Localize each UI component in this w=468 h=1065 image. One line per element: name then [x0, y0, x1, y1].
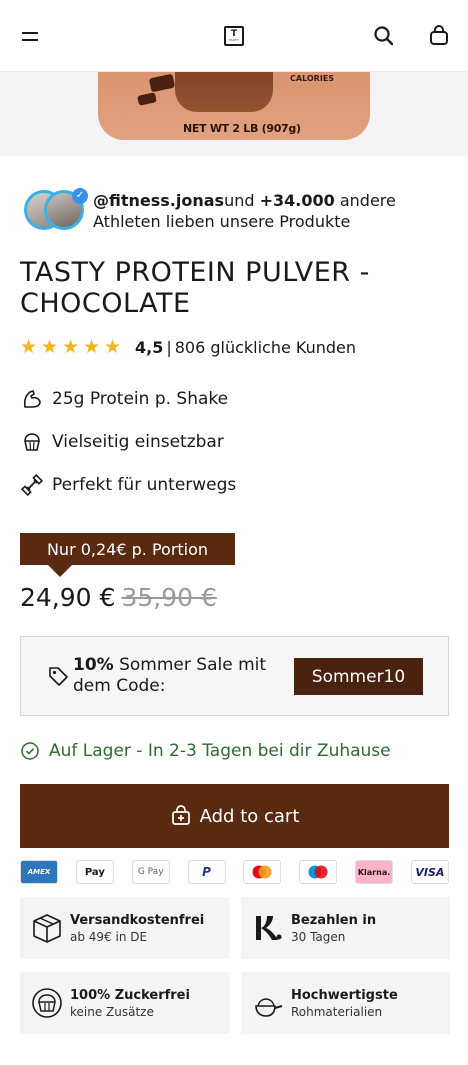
payment-label: VISA [415, 865, 445, 879]
star-icon: ★ [104, 336, 122, 358]
usp-subtitle: keine Zusätze [70, 1005, 154, 1019]
search-button[interactable] [370, 22, 398, 50]
cupcake-icon [20, 430, 44, 454]
brand-logo[interactable]: T TASTY [224, 26, 244, 46]
star-icon: ★ [20, 336, 38, 358]
usp-sugar-free: 100% Zuckerfrei keine Zusätze [20, 972, 229, 1034]
usp-title: 100% Zuckerfrei [70, 988, 190, 1003]
feature-label: Vielseitig einsetzbar [52, 432, 224, 452]
payment-label: AMEX [27, 868, 51, 876]
usp-title: Versandkostenfrei [70, 913, 205, 928]
rating-value: 4,5 [135, 337, 164, 357]
amex-icon: AMEX [20, 860, 58, 884]
verified-badge-icon: ✓ [72, 188, 88, 204]
usp-subtitle: Rohmaterialien [291, 1005, 383, 1019]
site-header: T TASTY [0, 0, 468, 72]
flexed-arm-icon [20, 387, 44, 411]
payment-label: P [202, 865, 211, 879]
promo-text: 10% Sommer Sale mit dem Code: [73, 655, 283, 697]
usp-title: Bezahlen in [291, 913, 377, 928]
google-pay-icon: G Pay [131, 860, 170, 884]
klarna-k-icon [256, 916, 282, 940]
feature-label: Perfekt für unterwegs [52, 475, 237, 495]
usp-quality: Hochwertigste Rohmaterialien [241, 972, 450, 1034]
stock-status: Auf Lager - In 2-3 Tagen bei dir Zuhause [20, 740, 391, 762]
hamburger-icon [22, 32, 38, 41]
shopping-bag-icon [430, 25, 448, 45]
chocolate-drink-glass [175, 72, 273, 112]
usp-subtitle: ab 49€ in DE [70, 930, 148, 944]
product-image[interactable]: CALORIES NET WT 2 LB (907g) [0, 72, 468, 156]
klarna-icon: Klarna. [355, 860, 394, 884]
old-price: 35,90 € [121, 583, 217, 612]
review-count: 806 glückliche Kunden [174, 337, 357, 357]
payment-label: G Pay [137, 867, 164, 877]
check-circle-icon [21, 742, 39, 760]
social-proof: ✓ @fitness.jonasund +34.000 andere Athle… [22, 188, 452, 236]
rating-row[interactable]: ★ ★ ★ ★ ★ 4,5 | 806 glückliche Kunden [20, 336, 356, 358]
cart-plus-icon [171, 805, 190, 825]
usp-subtitle: 30 Tagen [291, 930, 346, 944]
dumbbell-icon [20, 473, 44, 497]
feature-versatile: Vielseitig einsetzbar [20, 429, 224, 455]
cart-header-button[interactable] [425, 22, 453, 50]
portion-price-badge: Nur 0,24€ p. Portion [20, 533, 235, 565]
current-price: 24,90 € [20, 583, 116, 612]
athlete-count: +34.000 [259, 191, 335, 210]
star-rating: ★ ★ ★ ★ ★ [20, 336, 125, 358]
usp-pay-later: Bezahlen in 30 Tagen [241, 897, 450, 959]
menu-button[interactable] [16, 22, 44, 50]
feature-label: 25g Protein p. Shake [52, 389, 229, 409]
star-icon: ★ [83, 336, 101, 358]
box-icon [33, 914, 61, 943]
promo-code[interactable]: Sommer10 [294, 658, 423, 695]
search-icon [374, 26, 394, 46]
maestro-icon [299, 860, 338, 884]
cupcake-icon [32, 988, 62, 1018]
feature-portable: Perfekt für unterwegs [20, 472, 236, 498]
badge-pointer [48, 565, 72, 577]
and-word: und [224, 191, 255, 210]
scoop-icon [255, 998, 283, 1017]
payment-label: Pay [84, 866, 105, 878]
rating-separator: | [166, 337, 172, 357]
social-proof-text: @fitness.jonasund +34.000 andere Athlete… [93, 190, 453, 232]
price-tag-icon [49, 667, 68, 686]
add-to-cart-button[interactable]: Add to cart [20, 784, 449, 848]
athlete-avatars: ✓ [22, 188, 88, 234]
stock-text: Auf Lager - In 2-3 Tagen bei dir Zuhause [49, 741, 391, 761]
instagram-handle[interactable]: @fitness.jonas [93, 191, 224, 210]
visa-icon: VISA [410, 860, 449, 884]
usp-title: Hochwertigste [291, 988, 398, 1003]
calories-label: CALORIES [290, 74, 335, 83]
add-to-cart-label: Add to cart [199, 805, 300, 827]
mastercard-icon [243, 860, 282, 884]
apple-pay-icon: Pay [75, 860, 114, 884]
usp-free-shipping: Versandkostenfrei ab 49€ in DE [20, 897, 229, 959]
logo-sub: TASTY [228, 38, 240, 42]
promo-box: 10% Sommer Sale mit dem Code: Sommer10 [20, 636, 449, 716]
feature-protein: 25g Protein p. Shake [20, 386, 228, 412]
star-icon: ★ [62, 336, 80, 358]
payment-methods: AMEX Pay G Pay P Klarna. VISA [20, 860, 449, 884]
product-title: TASTY PROTEIN PULVER - CHOCOLATE [20, 257, 370, 319]
promo-percent: 10% [73, 655, 114, 675]
paypal-icon: P [187, 860, 226, 884]
payment-label: Klarna. [357, 867, 391, 877]
net-weight: NET WT 2 LB (907g) [183, 122, 301, 135]
price-block: 24,90 €35,90 € [20, 582, 217, 614]
star-icon: ★ [41, 336, 59, 358]
